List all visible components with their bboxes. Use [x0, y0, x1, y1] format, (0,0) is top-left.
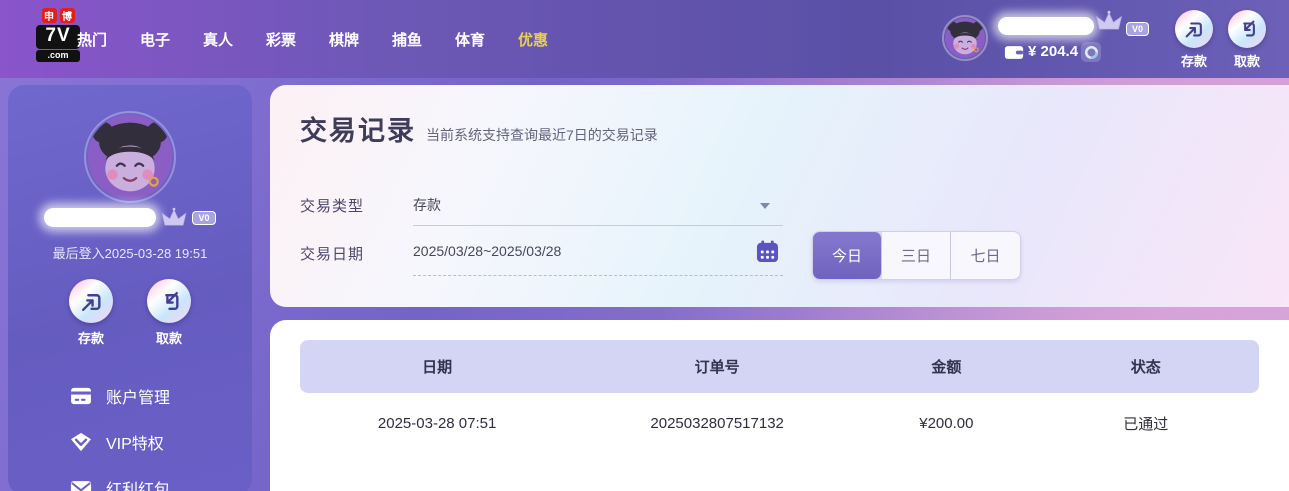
header-withdraw-button[interactable]: 取款 — [1225, 10, 1269, 70]
transaction-type-label: 交易类型 — [300, 195, 364, 216]
range-button-today[interactable]: 今日 — [813, 232, 882, 279]
cell-amount: ¥200.00 — [860, 415, 1033, 432]
type-select-underline — [413, 225, 783, 226]
user-avatar[interactable] — [942, 15, 988, 61]
nav-item-sports[interactable]: 体育 — [454, 29, 486, 50]
calendar-icon[interactable] — [756, 240, 779, 268]
deposit-transfer-icon — [1175, 10, 1213, 48]
nav-item-live[interactable]: 真人 — [202, 29, 234, 50]
refresh-balance-icon[interactable] — [1081, 42, 1101, 62]
column-header-status: 状态 — [1033, 356, 1259, 377]
records-table-panel: 日期 订单号 金额 状态 2025-03-28 07:51 2025032807… — [270, 320, 1289, 491]
logo-main-text: 7V — [36, 25, 80, 49]
records-table: 日期 订单号 金额 状态 2025-03-28 07:51 2025032807… — [300, 340, 1259, 453]
table-row: 2025-03-28 07:51 2025032807517132 ¥200.0… — [300, 393, 1259, 453]
nav-item-hot[interactable]: 热门 — [76, 29, 108, 50]
title-row: 交易记录 当前系统支持查询最近7日的交易记录 — [300, 109, 658, 148]
transaction-type-select[interactable]: 存款 — [413, 195, 441, 215]
wallet-icon — [1004, 45, 1024, 65]
nav-item-cards[interactable]: 棋牌 — [328, 29, 360, 50]
sidebar-menu: 账户管理 VIP特权 红利红包 — [8, 373, 252, 491]
avatar-illustration — [86, 113, 174, 201]
header-withdraw-label: 取款 — [1225, 51, 1269, 70]
nav-item-lottery[interactable]: 彩票 — [265, 29, 297, 50]
sidebar-item-label: 红利红包 — [106, 476, 170, 491]
username-masked — [998, 17, 1094, 35]
balance-amount: ¥ 204.4 — [1028, 43, 1078, 60]
column-header-amount: 金额 — [860, 356, 1033, 377]
nav-item-slots[interactable]: 电子 — [139, 29, 171, 50]
transaction-records-page: 申 博 7V .com 热门 电子 真人 彩票 棋牌 捕鱼 体育 优惠 — [0, 0, 1289, 491]
deposit-transfer-icon — [69, 279, 113, 323]
withdraw-transfer-icon — [147, 279, 191, 323]
date-input-underline — [413, 275, 783, 276]
range-button-seven-days[interactable]: 七日 — [951, 232, 1020, 279]
sidebar-username-masked — [44, 208, 156, 227]
sidebar-deposit-button[interactable]: 存款 — [63, 279, 119, 347]
logo-badge-left: 申 — [42, 8, 57, 23]
sidebar-item-vip-privileges[interactable]: VIP特权 — [8, 419, 252, 465]
cell-date: 2025-03-28 07:51 — [300, 415, 574, 432]
card-icon — [70, 387, 92, 405]
nav-item-promotions[interactable]: 优惠 — [517, 29, 549, 50]
filter-panel: 交易记录 当前系统支持查询最近7日的交易记录 交易类型 存款 交易日期 2025… — [270, 85, 1289, 307]
transaction-date-input[interactable]: 2025/03/28~2025/03/28 — [413, 243, 561, 259]
gem-icon — [70, 432, 92, 452]
logo-domain-text: .com — [36, 50, 80, 62]
vip-level-badge: V0 — [192, 211, 215, 225]
sidebar-item-label: 账户管理 — [106, 384, 170, 408]
nav-item-fishing[interactable]: 捕鱼 — [391, 29, 423, 50]
main-nav: 热门 电子 真人 彩票 棋牌 捕鱼 体育 优惠 — [76, 0, 549, 78]
top-navigation-bar: 申 博 7V .com 热门 电子 真人 彩票 棋牌 捕鱼 体育 优惠 — [0, 0, 1289, 78]
cell-order-no: 2025032807517132 — [574, 415, 860, 432]
withdraw-transfer-icon — [1228, 10, 1266, 48]
logo-badge-right: 博 — [60, 8, 75, 23]
transaction-date-label: 交易日期 — [300, 243, 364, 264]
envelope-icon — [70, 480, 92, 491]
sidebar-item-bonus-red-packet[interactable]: 红利红包 — [8, 465, 252, 491]
column-header-order-no: 订单号 — [574, 356, 860, 377]
last-login-text: 最后登入2025-03-28 19:51 — [8, 243, 252, 262]
logo-badge-row: 申 博 — [36, 8, 80, 23]
range-button-three-days[interactable]: 三日 — [882, 232, 951, 279]
chevron-down-icon[interactable] — [760, 203, 770, 209]
header-deposit-label: 存款 — [1172, 51, 1216, 70]
sidebar-withdraw-button[interactable]: 取款 — [141, 279, 197, 347]
vip-crown-icon — [160, 207, 188, 228]
date-range-button-group: 今日 三日 七日 — [812, 231, 1021, 280]
sidebar-withdraw-label: 取款 — [141, 328, 197, 347]
avatar-illustration — [944, 17, 986, 59]
sidebar-item-account-management[interactable]: 账户管理 — [8, 373, 252, 419]
sidebar-item-label: VIP特权 — [106, 430, 164, 454]
sidebar-avatar[interactable] — [84, 111, 176, 203]
user-sidebar: V0 最后登入2025-03-28 19:51 存款 — [8, 85, 252, 491]
vip-level-badge: V0 — [1126, 22, 1149, 36]
column-header-date: 日期 — [300, 356, 574, 377]
vip-crown-icon — [1094, 10, 1124, 32]
table-header-row: 日期 订单号 金额 状态 — [300, 340, 1259, 393]
sidebar-user-row: V0 — [8, 207, 252, 228]
header-deposit-button[interactable]: 存款 — [1172, 10, 1216, 70]
page-subtitle: 当前系统支持查询最近7日的交易记录 — [426, 125, 658, 145]
sidebar-quick-actions: 存款 取款 — [8, 279, 252, 347]
site-logo[interactable]: 申 博 7V .com — [36, 8, 80, 62]
cell-status: 已通过 — [1033, 413, 1259, 434]
page-title: 交易记录 — [300, 109, 416, 148]
sidebar-deposit-label: 存款 — [63, 328, 119, 347]
